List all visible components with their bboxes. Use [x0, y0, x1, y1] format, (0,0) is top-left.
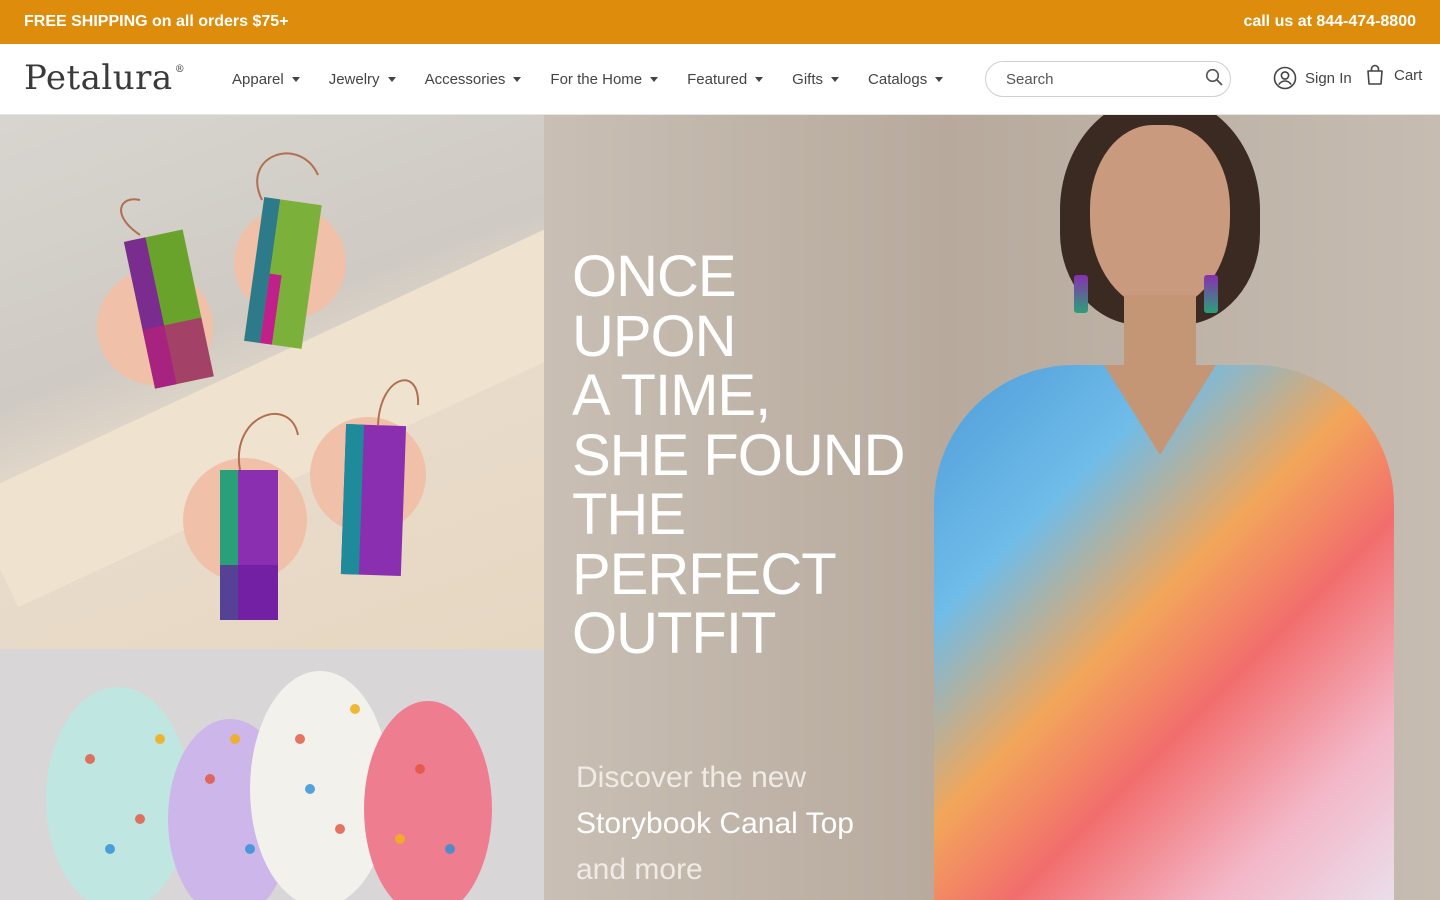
chevron-down-icon [650, 77, 659, 82]
nav-jewelry[interactable]: Jewelry [329, 71, 396, 88]
main-nav: Apparel Jewelry Accessories For the Home… [232, 44, 972, 115]
search-box [985, 61, 1231, 97]
promo-bar: FREE SHIPPING on all orders $75+ call us… [0, 0, 1440, 44]
bag-icon [1367, 64, 1383, 85]
headline-line: PERFECT [572, 541, 837, 607]
nav-accessories-label: Accessories [424, 71, 506, 88]
earrings-image[interactable] [0, 115, 544, 649]
search-input[interactable] [1006, 70, 1205, 88]
shirt-neckline [1104, 365, 1216, 455]
nav-apparel[interactable]: Apparel [232, 71, 300, 88]
model-earring-right [1204, 275, 1218, 313]
logo-text[interactable]: Petalura [24, 58, 173, 98]
chevron-down-icon [935, 77, 944, 82]
headline-line: A TIME, [572, 363, 771, 428]
subtext-line-1: Discover the new [576, 761, 807, 794]
logo[interactable]: Petalura ® [24, 58, 185, 98]
nav-for-the-home[interactable]: For the Home [550, 71, 659, 88]
hero-headline: ONCE UPON A TIME, SHE FOUND THE PERFECT … [572, 244, 906, 666]
chevron-down-icon [831, 77, 840, 82]
sign-in-label: Sign In [1305, 69, 1352, 87]
product-name: Storybook Canal Top [576, 807, 854, 840]
chevron-down-icon [513, 77, 522, 82]
nav-featured-label: Featured [687, 71, 748, 88]
hero-main-image[interactable]: ONCE UPON A TIME, SHE FOUND THE PERFECT … [544, 115, 1440, 900]
scarves-illustration [46, 671, 492, 900]
phone-text[interactable]: call us at 844-474-8800 [1243, 13, 1416, 31]
chevron-down-icon [387, 77, 396, 82]
nav-gifts[interactable]: Gifts [792, 71, 840, 88]
cart-label: Cart [1394, 66, 1423, 84]
free-shipping-text[interactable]: FREE SHIPPING on all orders $75+ [24, 13, 289, 31]
chevron-down-icon [755, 77, 764, 82]
hero-banner[interactable]: ONCE UPON A TIME, SHE FOUND THE PERFECT … [0, 115, 1440, 900]
earrings-illustration [97, 152, 426, 620]
nav-jewelry-label: Jewelry [328, 71, 380, 88]
chevron-down-icon [291, 77, 300, 82]
nav-for-the-home-label: For the Home [550, 71, 643, 88]
user-icon [1273, 66, 1297, 90]
headline-line: OUTFIT [572, 601, 776, 666]
model-earring-left [1074, 275, 1088, 313]
nav-catalogs-label: Catalogs [868, 71, 928, 88]
site-header: Petalura ® Apparel Jewelry Accessories F… [0, 44, 1440, 115]
sign-in-link[interactable]: Sign In [1273, 66, 1352, 90]
headline-line: THE [572, 482, 686, 547]
hero-subtext: Discover the new Storybook Canal Top and… [576, 755, 854, 893]
headline-line: UPON [572, 303, 737, 369]
subtext-line-3: and more [576, 853, 703, 886]
nav-catalogs[interactable]: Catalogs [868, 71, 944, 88]
scarves-image[interactable] [0, 649, 544, 900]
nav-apparel-label: Apparel [232, 71, 284, 88]
nav-featured[interactable]: Featured [687, 71, 764, 88]
headline-line: SHE FOUND [572, 422, 906, 488]
headline-line: ONCE [572, 244, 737, 309]
cart-link[interactable]: Cart [1366, 64, 1422, 86]
nav-gifts-label: Gifts [792, 71, 824, 88]
search-icon[interactable] [1205, 68, 1223, 91]
nav-accessories[interactable]: Accessories [425, 71, 522, 88]
registered-mark: ® [174, 64, 186, 75]
